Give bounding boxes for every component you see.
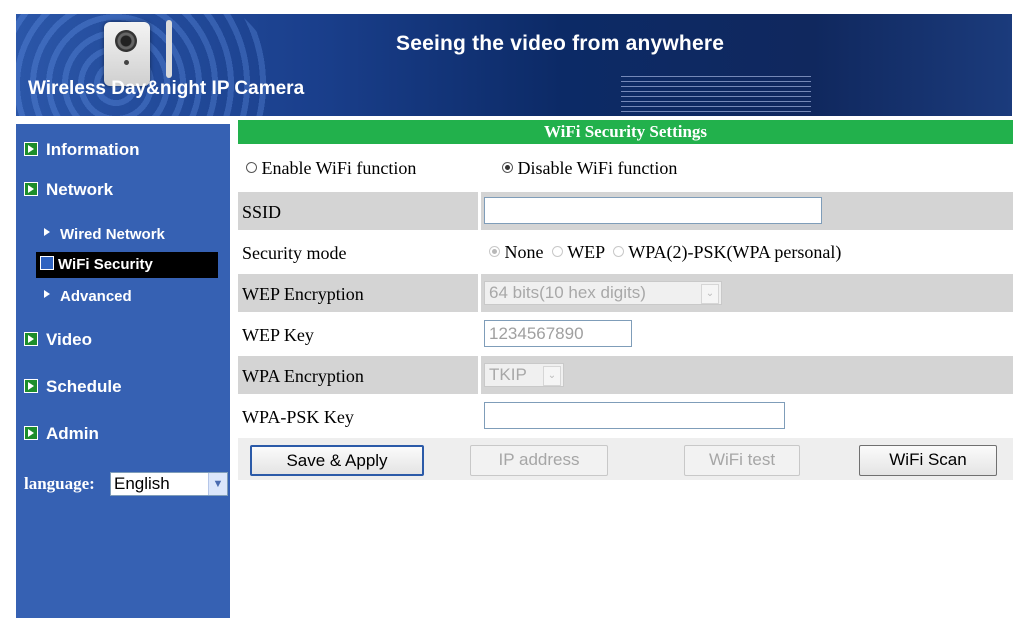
wep-encryption-row: WEP Encryption 64 bits(10 hex digits) ⌄ <box>238 274 1013 312</box>
enable-wifi-label: Enable WiFi function <box>261 158 417 178</box>
sidebar-item-label: Network <box>46 180 114 199</box>
security-wpa-label: WPA(2)-PSK(WPA personal) <box>628 242 842 262</box>
wpa-encryption-row: WPA Encryption TKIP ⌄ <box>238 356 1013 394</box>
security-mode-options: None WEP WPA(2)-PSK(WPA personal) <box>489 242 841 263</box>
sidebar-subitem-advanced[interactable]: Advanced <box>44 288 132 305</box>
wpa-encryption-label-cell: WPA Encryption <box>238 356 478 394</box>
enable-wifi-radio[interactable] <box>246 162 257 174</box>
green-arrow-bullet-icon <box>24 378 38 393</box>
sidebar-item-network[interactable]: Network <box>24 180 113 200</box>
ssid-label: SSID <box>242 202 282 222</box>
wifi-test-button[interactable]: WiFi test <box>684 445 800 476</box>
wpa-encryption-select[interactable]: TKIP ⌄ <box>484 363 564 387</box>
security-wep-label: WEP <box>567 242 605 262</box>
triangle-bullet-icon <box>44 290 50 299</box>
wifi-scan-button[interactable]: WiFi Scan <box>859 445 997 476</box>
camera-antenna-graphic <box>166 20 172 78</box>
security-mode-row: Security mode None WEP WPA(2)-PSK(WPA pe… <box>238 233 1013 271</box>
green-arrow-bullet-icon <box>24 141 38 156</box>
banner-main-title: Seeing the video from anywhere <box>396 32 725 55</box>
chevron-down-icon[interactable]: ▼ <box>208 473 227 495</box>
chevron-down-icon: ⌄ <box>543 366 561 386</box>
sidebar-subitem-wired-network[interactable]: Wired Network <box>44 226 165 243</box>
banner-decorative-text <box>621 76 811 112</box>
section-title: WiFi Security Settings <box>238 120 1013 144</box>
language-label: language: <box>24 474 95 493</box>
wep-key-label: WEP Key <box>242 325 314 345</box>
security-wep-radio[interactable] <box>552 246 563 258</box>
green-arrow-bullet-icon <box>24 331 38 346</box>
wpa-psk-key-row: WPA-PSK Key <box>238 397 1013 435</box>
sidebar-item-admin[interactable]: Admin <box>24 424 99 444</box>
wpa-psk-key-input[interactable] <box>484 402 785 429</box>
camera-led-graphic <box>124 60 129 65</box>
wpa-encryption-value: TKIP <box>489 365 527 384</box>
wep-encryption-value-cell: 64 bits(10 hex digits) ⌄ <box>481 274 1013 312</box>
button-bar: Save & Apply IP address WiFi test WiFi S… <box>238 438 1013 480</box>
wpa-encryption-value-cell: TKIP ⌄ <box>481 356 1013 394</box>
security-wpa-radio[interactable] <box>613 246 625 258</box>
sidebar-nav: Information Network Wired Network WiFi S… <box>16 124 230 618</box>
wpa-psk-key-value-cell <box>481 397 1013 435</box>
wpa-psk-key-label: WPA-PSK Key <box>242 407 354 427</box>
sidebar-item-information[interactable]: Information <box>24 140 140 160</box>
sidebar-item-schedule[interactable]: Schedule <box>24 377 122 397</box>
wep-encryption-label: WEP Encryption <box>242 284 364 304</box>
ssid-label-cell: SSID <box>238 192 478 230</box>
security-none-label: None <box>504 242 544 262</box>
header-banner: Seeing the video from anywhere Wireless … <box>16 14 1012 116</box>
wifi-function-row: Enable WiFi function Disable WiFi functi… <box>238 150 1013 188</box>
language-select[interactable]: English ▼ <box>110 472 228 496</box>
chevron-down-icon: ⌄ <box>701 284 719 304</box>
security-mode-label: Security mode <box>242 243 347 263</box>
sidebar-subitem-label: WiFi Security <box>58 256 153 273</box>
enable-wifi-option[interactable]: Enable WiFi function <box>246 158 416 179</box>
wep-key-value-cell: 1234567890 <box>481 315 1013 353</box>
ip-address-button[interactable]: IP address <box>470 445 608 476</box>
sidebar-item-video[interactable]: Video <box>24 330 92 350</box>
wep-encryption-label-cell: WEP Encryption <box>238 274 478 312</box>
wep-key-row: WEP Key 1234567890 <box>238 315 1013 353</box>
green-arrow-bullet-icon <box>24 181 38 196</box>
camera-lens-graphic <box>115 30 137 52</box>
triangle-bullet-icon <box>44 228 50 237</box>
disable-wifi-radio[interactable] <box>502 162 513 174</box>
wep-encryption-select[interactable]: 64 bits(10 hex digits) ⌄ <box>484 281 722 305</box>
disable-wifi-option[interactable]: Disable WiFi function <box>502 158 677 179</box>
sidebar-item-label: Admin <box>46 424 99 443</box>
wpa-psk-key-label-cell: WPA-PSK Key <box>238 397 478 435</box>
sidebar-subitem-label: Wired Network <box>60 226 165 243</box>
save-apply-button[interactable]: Save & Apply <box>250 445 424 476</box>
ssid-value-cell <box>481 192 1013 230</box>
ssid-row: SSID <box>238 192 1013 230</box>
security-mode-label-cell: Security mode <box>238 233 478 271</box>
camera-icon <box>104 22 150 86</box>
ssid-input[interactable] <box>484 197 822 224</box>
sidebar-subitem-wifi-security[interactable]: WiFi Security <box>36 252 218 278</box>
main-content: WiFi Security Settings Enable WiFi funct… <box>238 120 1013 480</box>
selected-bullet-icon <box>40 256 54 271</box>
sidebar-item-label: Schedule <box>46 377 122 396</box>
wep-key-input[interactable]: 1234567890 <box>484 320 632 347</box>
sidebar-subitem-label: Advanced <box>60 288 132 305</box>
security-none-radio[interactable] <box>489 246 500 258</box>
wep-encryption-value: 64 bits(10 hex digits) <box>489 283 646 302</box>
sidebar-item-label: Information <box>46 140 140 159</box>
security-mode-value-cell: None WEP WPA(2)-PSK(WPA personal) <box>481 233 1013 271</box>
disable-wifi-label: Disable WiFi function <box>517 158 678 178</box>
wpa-encryption-label: WPA Encryption <box>242 366 364 386</box>
language-select-value: English <box>114 474 170 493</box>
product-name: Wireless Day&night IP Camera <box>28 78 305 99</box>
wep-key-label-cell: WEP Key <box>238 315 478 353</box>
sidebar-item-label: Video <box>46 330 92 349</box>
green-arrow-bullet-icon <box>24 425 38 440</box>
